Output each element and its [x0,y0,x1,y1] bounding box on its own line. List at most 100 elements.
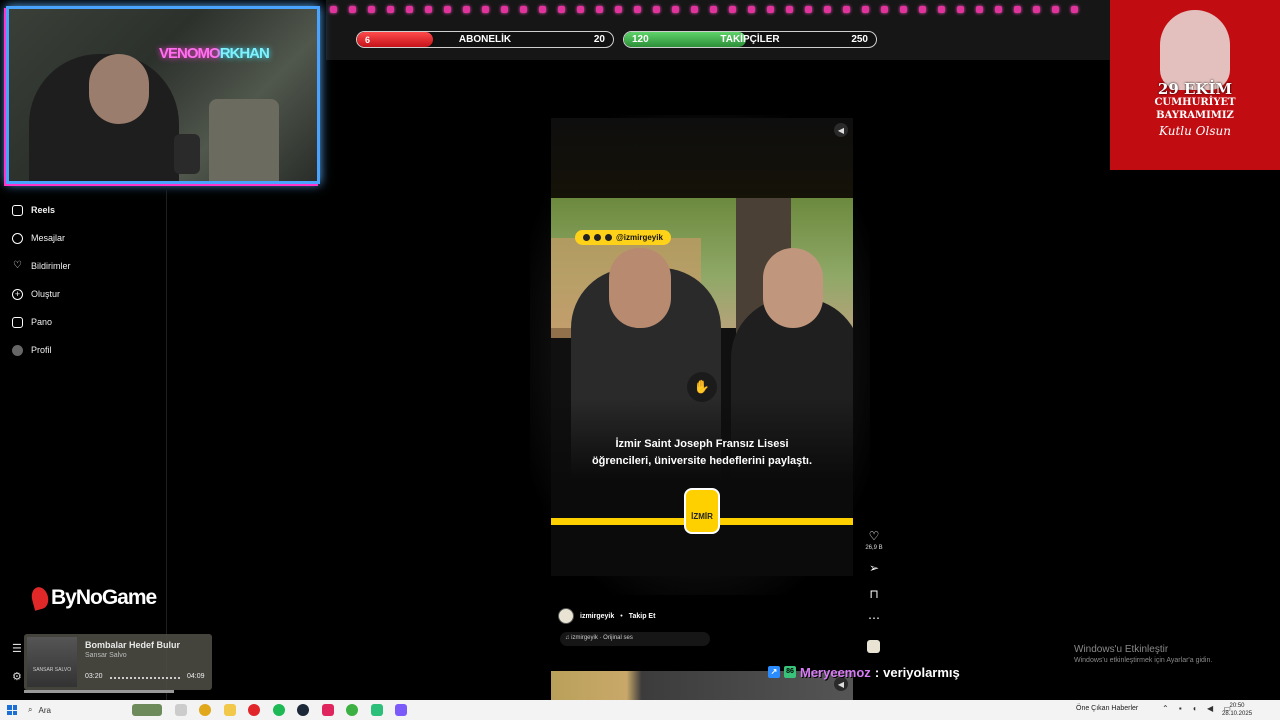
chrome-icon[interactable] [199,704,211,716]
decorative-dot [482,6,489,13]
sponsor-logo: ByNoGame [29,585,157,611]
share-button[interactable]: ➢ [866,561,882,575]
decorative-dot [976,6,983,13]
decorative-dot [520,6,527,13]
instagram-icon [594,234,601,241]
author-avatar[interactable] [558,608,574,624]
sidebar-item-messages[interactable]: Mesajlar [12,230,65,246]
whatsapp-icon[interactable] [346,704,358,716]
decorative-dot [539,6,546,13]
news-widget[interactable]: Öne Çıkan Haberler [1076,705,1138,712]
chat-nick: Meryeemoz [800,664,871,680]
bynogame-mark-icon [29,585,51,611]
follower-goal-label: TAKİPÇİLER [720,34,780,45]
reel-caption-line1: İzmir Saint Joseph Fransız Lisesi [615,438,789,450]
decorative-dot [501,6,508,13]
decorative-dot [406,6,413,13]
windows-start-icon[interactable] [7,705,17,715]
steam-icon[interactable] [297,704,309,716]
audio-pill[interactable]: ♫ izmirgeyik · Orijinal ses [560,632,710,646]
sidebar-item-notifications[interactable]: ♡ Bildirimler [12,258,71,274]
banner-line4: Kutlu Olsun [1159,124,1231,138]
spotify-icon[interactable] [273,704,285,716]
file-explorer-icon[interactable] [224,704,236,716]
more-button[interactable]: ⋯ [866,611,882,625]
search-icon: ⌕ [28,705,33,714]
account-tag-label: @izmirgeyik [616,233,663,242]
plus-icon: + [12,288,23,300]
widget-thumbnail-icon[interactable] [132,704,162,716]
webcam-chair [209,99,279,181]
obs-icon[interactable] [371,704,383,716]
windows-taskbar: ⌕ Ara Öne Çıkan Haberler ⌃ ▪ ◖ ◀ ▭ 20:50… [0,700,1280,720]
sidebar-item-profile[interactable]: Profil [12,342,52,358]
sidebar-item-label: Bildirimler [31,261,71,271]
sidebar-item-reels[interactable]: Reels [12,202,55,218]
izmir-geyik-logo: İZMİR [684,488,720,534]
banner-line3: BAYRAMIMIZ [1156,110,1234,121]
song-title: Bombalar Hedef Bulur [85,640,181,650]
task-view-icon[interactable] [175,704,187,716]
decorative-dot [463,6,470,13]
decorative-dot [1014,6,1021,13]
menu-icon[interactable]: ☰ [12,642,22,655]
sidebar-item-label: Reels [31,205,56,215]
mute-icon[interactable]: ◀ [834,123,848,137]
neon-sign-part2: RKHAN [219,45,270,62]
separator-dot: • [620,612,623,620]
webcam-head [89,54,149,124]
heart-icon: ♡ [13,260,22,271]
x-icon [605,234,612,241]
like-button[interactable]: ♡ [866,529,882,543]
follower-goal-target: 250 [851,34,868,45]
like-count: 26,9 B [865,545,883,551]
album-art: SANSAR SALVO [27,637,77,687]
save-button[interactable]: ⊓ [866,587,882,601]
microphone-icon [174,134,200,174]
sidebar-item-label: Mesajlar [31,233,66,243]
chat-message: ↗ 86 Meryeemoz : veriyolarmış [768,663,960,681]
reel-caption-line2: öğrencileri, üniversite hedeflerini payl… [591,455,813,467]
decorative-dot [444,6,451,13]
reel-top-area [551,118,853,198]
now-playing-widget: SANSAR SALVO Bombalar Hedef Bulur Sansar… [24,634,212,690]
clock-date: 28.10.2025 [1222,711,1253,717]
banner-line2: CUMHURİYET [1154,97,1236,108]
decorative-dot [368,6,375,13]
decorative-dot [330,6,337,13]
decorative-dot [957,6,964,13]
author-username[interactable]: izmirgeyik [580,613,614,620]
song-artist: Sansar Salvo [85,652,127,659]
messenger-icon [12,232,23,244]
sidebar-item-dashboard[interactable]: Pano [12,314,52,330]
follower-goal-bar: 120 TAKİPÇİLER 250 [623,31,877,48]
app-icon[interactable] [322,704,334,716]
song-progress-bar [24,690,174,693]
audio-thumbnail[interactable] [867,640,880,653]
activation-title: Windows'u Etkinleştir [1074,644,1169,655]
taskbar-clock[interactable]: 20:50 28.10.2025 [1222,702,1252,718]
sidebar-item-label: Profil [31,345,52,355]
decorative-dot [558,6,565,13]
decorative-dot [729,6,736,13]
chat-badge2-icon: 86 [784,666,796,678]
avatar-icon [12,344,23,356]
decorative-dot [1052,6,1059,13]
decorative-dot [710,6,717,13]
neon-sign-part1: VENOMO [159,45,221,62]
follow-button[interactable]: Takip Et [629,613,656,620]
subscriber-goal-bar: 6 ABONELİK 20 [356,31,614,48]
sponsor-name: ByNoGame [51,586,157,609]
sidebar-item-create[interactable]: + Oluştur [12,286,60,302]
dashboard-icon [12,316,23,328]
neon-sign: VENOMORKHAN [159,45,270,62]
instagram-sidebar: Reels Mesajlar ♡ Bildirimler + Oluştur P… [0,190,167,700]
discord-icon[interactable] [395,704,407,716]
republic-day-banner: 29 EKİM CUMHURİYET BAYRAMIMIZ Kutlu Olsu… [1110,0,1280,170]
decorative-dots [326,6,1110,14]
decorative-dot [862,6,869,13]
decorative-dot [425,6,432,13]
opera-icon[interactable] [248,704,260,716]
video-shade [551,398,853,576]
settings-icon[interactable]: ⚙ [12,670,22,683]
